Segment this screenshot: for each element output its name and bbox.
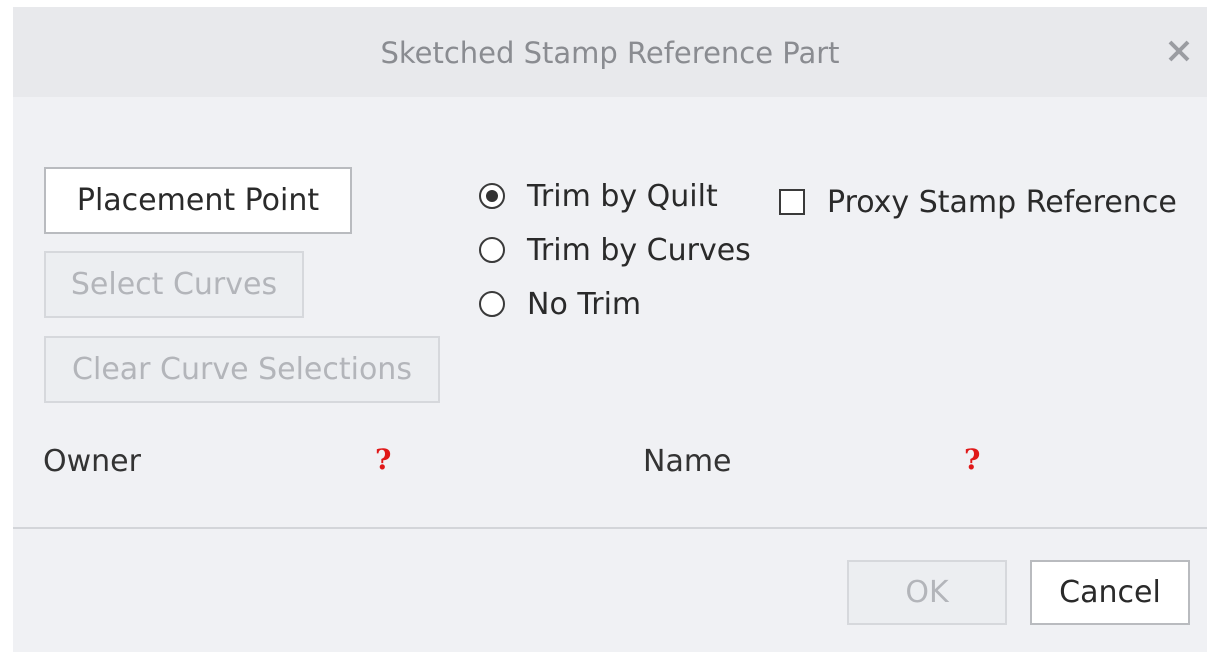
- owner-value-missing: ?: [375, 443, 392, 476]
- name-value-missing: ?: [964, 443, 981, 476]
- sketched-stamp-dialog: Sketched Stamp Reference Part Placement …: [13, 7, 1207, 652]
- footer-divider: [13, 527, 1207, 529]
- name-label: Name: [643, 444, 732, 479]
- proxy-stamp-reference-label: Proxy Stamp Reference: [827, 184, 1177, 220]
- proxy-stamp-reference-option[interactable]: Proxy Stamp Reference: [779, 182, 1177, 222]
- owner-label: Owner: [43, 444, 141, 479]
- ok-button[interactable]: OK: [847, 560, 1007, 625]
- placement-point-button[interactable]: Placement Point: [44, 167, 352, 234]
- radio-trim-by-quilt[interactable]: Trim by Quilt: [479, 176, 718, 216]
- radio-button[interactable]: [479, 291, 505, 317]
- radio-label-trim-by-curves: Trim by Curves: [527, 232, 751, 268]
- select-curves-button[interactable]: Select Curves: [44, 251, 304, 318]
- proxy-stamp-reference-checkbox[interactable]: [779, 189, 805, 215]
- radio-label-no-trim: No Trim: [527, 286, 642, 322]
- radio-button[interactable]: [479, 237, 505, 263]
- radio-label-trim-by-quilt: Trim by Quilt: [527, 178, 718, 214]
- dialog-title: Sketched Stamp Reference Part: [380, 36, 840, 70]
- close-icon[interactable]: [1165, 37, 1193, 65]
- radio-button-selected[interactable]: [479, 183, 505, 209]
- radio-no-trim[interactable]: No Trim: [479, 284, 641, 324]
- radio-dot: [486, 190, 498, 202]
- title-bar: Sketched Stamp Reference Part: [13, 7, 1207, 97]
- radio-trim-by-curves[interactable]: Trim by Curves: [479, 230, 751, 270]
- cancel-button[interactable]: Cancel: [1030, 560, 1190, 625]
- clear-curve-selections-button[interactable]: Clear Curve Selections: [44, 336, 440, 403]
